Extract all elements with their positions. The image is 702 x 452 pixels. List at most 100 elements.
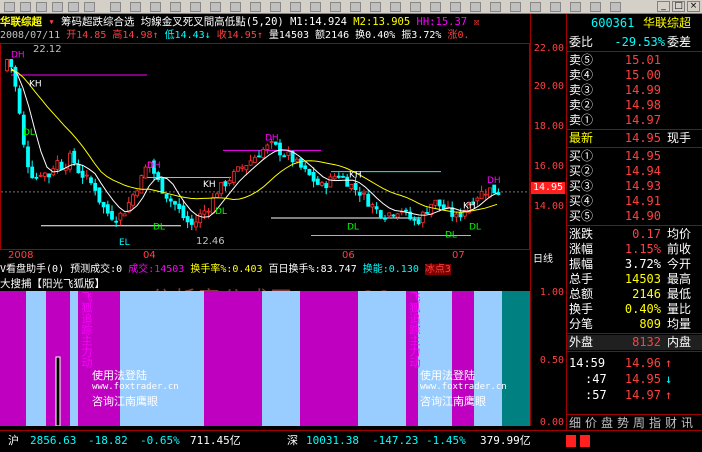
toolbar-button[interactable]: [550, 2, 561, 12]
candle-body: [332, 175, 337, 180]
toolbar-button[interactable]: [310, 2, 321, 12]
toolbar-button[interactable]: [52, 2, 63, 12]
indicator-hundred-day: 百日换手%:83.747: [268, 264, 357, 275]
toolbar-button[interactable]: [20, 2, 31, 12]
close-panel-icon[interactable]: ☒: [473, 16, 479, 28]
sell-row[interactable]: 卖③ 14.99: [567, 83, 702, 98]
buy-row[interactable]: 买⑤ 14.90: [567, 209, 702, 224]
toolbar-button[interactable]: [210, 2, 221, 12]
tab-index[interactable]: 指: [647, 415, 663, 431]
bars-tick: 1.00: [539, 287, 564, 298]
toolbar-button[interactable]: [290, 2, 301, 12]
toolbar-button[interactable]: [470, 2, 481, 12]
tab-week[interactable]: 周: [631, 415, 647, 431]
kline-date: 2008/07/11: [0, 30, 61, 41]
sell-row[interactable]: 卖② 14.98: [567, 98, 702, 113]
toolbar-button[interactable]: [150, 2, 161, 12]
candle-body: [139, 175, 144, 194]
tab-book[interactable]: 盘: [599, 415, 615, 431]
close-icon[interactable]: ×: [687, 1, 700, 12]
stat-row: 总额 2146 最低: [569, 287, 692, 301]
candle-body: [227, 180, 232, 184]
candle-body: [454, 213, 459, 218]
quote-header: 600361 华联综超: [567, 14, 702, 32]
hh-value: HH:15.37: [416, 16, 468, 28]
candle-body: [210, 197, 215, 214]
toolbar-button[interactable]: [230, 2, 241, 12]
buy-row[interactable]: 买④ 14.91: [567, 194, 702, 209]
month-label: 07: [452, 250, 465, 261]
sell-row[interactable]: 卖① 14.97: [567, 113, 702, 128]
signal-tag: DH: [265, 134, 279, 144]
toolbar-button[interactable]: [390, 2, 401, 12]
status-indicator: [566, 435, 576, 447]
kline-svg: DH KH DL DH KH DL DL EL DH KH DL KH DH DL DL 22.12 12.…: [1, 44, 529, 248]
tab-trend[interactable]: 势: [615, 415, 631, 431]
toolbar-button[interactable]: [430, 2, 441, 12]
divider: [567, 129, 702, 130]
kline-chart[interactable]: DH KH DL DH KH DL DL EL DH KH DL KH DH DL DL 22.12 12.…: [0, 43, 530, 250]
toolbar-button[interactable]: [4, 2, 15, 12]
signal-bar-marker: [55, 356, 61, 427]
toolbar-button[interactable]: [410, 2, 421, 12]
maximize-icon[interactable]: □: [672, 1, 685, 12]
toolbar-button[interactable]: [84, 2, 95, 12]
tab-detail[interactable]: 细: [567, 415, 583, 431]
quote-panel: 600361 华联综超 委比 -29.53% 委差 卖⑤ 15.01 卖④ 15.0…: [566, 14, 702, 430]
kline-amplitude: 振3.72%: [401, 30, 442, 41]
toolbar-button[interactable]: [68, 2, 79, 12]
toolbar-button[interactable]: [510, 2, 521, 12]
tick-row: :57 14.97 ↑: [585, 388, 673, 402]
candle-body: [315, 178, 320, 185]
stat-row: 分笔 809 均量: [569, 317, 692, 331]
candle-body: [110, 211, 114, 220]
toolbar-button[interactable]: [110, 2, 121, 12]
candle-body: [17, 88, 22, 114]
dropdown-icon[interactable]: ▾: [48, 16, 54, 28]
toolbar-button[interactable]: [490, 2, 501, 12]
buy-row[interactable]: 买② 14.94: [567, 164, 702, 179]
candle-body: [307, 168, 312, 176]
signal-tag: DH: [147, 161, 161, 171]
toolbar-button[interactable]: [350, 2, 361, 12]
tab-finance[interactable]: 财: [663, 415, 679, 431]
toolbar-button[interactable]: [190, 2, 201, 12]
toolbar-button[interactable]: [450, 2, 461, 12]
toolbar-button[interactable]: [570, 2, 581, 12]
tab-news[interactable]: 讯: [679, 415, 695, 431]
stock-code: 600361: [591, 16, 635, 30]
sell-row[interactable]: 卖⑤ 15.01: [567, 53, 702, 68]
toolbar-button[interactable]: [250, 2, 261, 12]
period-label[interactable]: 日线: [533, 250, 553, 265]
candle-body: [181, 205, 186, 219]
toolbar-button[interactable]: [170, 2, 181, 12]
toolbar-button[interactable]: [36, 2, 47, 12]
toolbar-button[interactable]: [530, 2, 541, 12]
formula-title: 筹码超跌综合选 均線金叉死叉間高低點(5,20): [60, 16, 284, 28]
toolbar-button[interactable]: [610, 2, 621, 12]
candle-body: [265, 144, 270, 150]
buy-row[interactable]: 买① 14.95: [567, 149, 702, 164]
signal-bar: [26, 291, 46, 426]
toolbar-button[interactable]: [270, 2, 281, 12]
toolbar-button[interactable]: [130, 2, 141, 12]
candle-body: [294, 158, 299, 162]
signal-bar: [502, 291, 530, 426]
sell-row[interactable]: 卖④ 15.00: [567, 68, 702, 83]
kline-amount: 额2146: [315, 30, 350, 41]
buy-row[interactable]: 买③ 14.93: [567, 179, 702, 194]
m2-value: M2:13.905: [353, 16, 411, 28]
signal-bars-chart[interactable]: 飞狐追踪主力动 飞狐追踪主力动 使用法登陆 www.foxtrader.cn 咨…: [0, 291, 530, 427]
toolbar-button[interactable]: [590, 2, 601, 12]
sh-pct: -0.65%: [140, 434, 180, 447]
toolbar-button[interactable]: [330, 2, 341, 12]
quote-stock-name: 华联综超: [643, 16, 692, 30]
candle-body: [59, 161, 64, 171]
candle-body: [437, 199, 442, 207]
stat-row: 振幅 3.72% 今开: [569, 257, 692, 271]
toolbar-button[interactable]: [370, 2, 381, 12]
tab-price[interactable]: 价: [583, 415, 599, 431]
sz-amount: 379.99亿: [480, 434, 531, 447]
month-label: 2008: [8, 250, 34, 261]
minimize-icon[interactable]: _: [657, 1, 670, 12]
